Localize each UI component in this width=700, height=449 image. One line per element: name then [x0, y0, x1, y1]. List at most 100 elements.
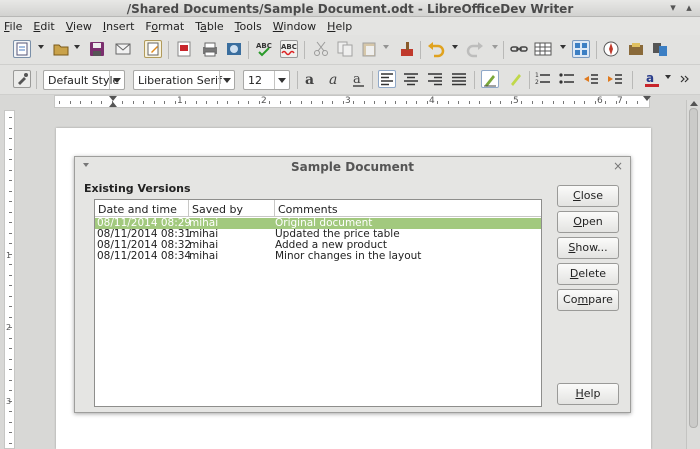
ruler-tick	[9, 337, 12, 339]
increase-indent-icon[interactable]	[606, 70, 624, 88]
vertical-ruler[interactable]: 1 2 3	[4, 110, 15, 449]
right-indent-marker-icon[interactable]	[643, 96, 651, 101]
font-name-combo[interactable]: Liberation Serif	[133, 70, 235, 90]
redo-dropdown-icon[interactable]	[492, 45, 498, 49]
menu-help[interactable]: Help	[327, 20, 352, 33]
underline-icon[interactable]: a	[350, 70, 368, 88]
ruler-tick	[185, 101, 186, 104]
menu-view[interactable]: View	[66, 20, 92, 33]
indent-marker-icon[interactable]	[109, 96, 117, 101]
maximize-icon[interactable]: ▴	[683, 2, 695, 14]
ruler-tick	[300, 101, 302, 104]
show-button[interactable]: Show...	[557, 237, 619, 259]
bold-icon[interactable]: a	[302, 70, 320, 88]
scroll-up-icon[interactable]	[690, 101, 698, 106]
menu-window[interactable]: Window	[273, 20, 316, 33]
vertical-scrollbar[interactable]	[686, 100, 700, 449]
ruler-tick	[80, 101, 81, 104]
clone-formatting-icon[interactable]	[398, 40, 416, 58]
spelling-icon[interactable]: ABC	[255, 40, 273, 58]
ruler-tick	[9, 222, 12, 223]
menu-edit[interactable]: Edit	[33, 20, 54, 33]
ruler-tick	[500, 101, 501, 104]
ruler-number: 3	[6, 397, 12, 406]
navigator-icon[interactable]	[602, 40, 620, 58]
styles-formatting-icon[interactable]	[13, 70, 31, 88]
paste-icon[interactable]	[360, 40, 378, 58]
ruler-tick	[9, 117, 12, 118]
align-center-icon[interactable]	[402, 70, 420, 88]
open-folder-icon[interactable]	[52, 40, 70, 58]
help-button[interactable]: Help	[557, 383, 619, 405]
email-icon[interactable]	[114, 40, 132, 58]
column-header-comments[interactable]: Comments	[275, 200, 541, 217]
hyperlink-icon[interactable]	[510, 40, 528, 58]
delete-button[interactable]: Delete	[557, 263, 619, 285]
menu-format[interactable]: Format	[145, 20, 184, 33]
decrease-indent-icon[interactable]	[582, 70, 600, 88]
ruler-tick	[69, 101, 71, 104]
cut-icon[interactable]	[312, 40, 330, 58]
print-icon[interactable]	[201, 40, 219, 58]
ruler-tick	[9, 159, 12, 160]
numbering-icon[interactable]: 12	[534, 70, 552, 88]
undo-dropdown-icon[interactable]	[452, 45, 458, 49]
chevron-down-icon[interactable]	[219, 71, 234, 89]
menu-file[interactable]: File	[4, 20, 22, 33]
chevron-down-icon[interactable]	[274, 71, 289, 89]
paste-dropdown-icon[interactable]	[383, 45, 389, 49]
bullets-icon[interactable]	[558, 70, 576, 88]
align-right-icon[interactable]	[426, 70, 444, 88]
styles-icon[interactable]	[651, 40, 669, 58]
ruler-tick	[321, 101, 323, 104]
edit-mode-icon[interactable]	[144, 40, 162, 58]
scrollbar-thumb[interactable]	[689, 108, 698, 428]
font-color-icon[interactable]: a	[643, 70, 661, 88]
table-icon[interactable]	[534, 40, 552, 58]
italic-icon[interactable]: a	[326, 70, 344, 88]
versions-list[interactable]: Date and time Saved by Comments 08/11/20…	[94, 199, 542, 407]
ruler-tick	[9, 274, 12, 276]
new-dropdown-icon[interactable]	[38, 45, 44, 49]
column-header-date[interactable]: Date and time	[95, 200, 189, 217]
open-button[interactable]: Open	[557, 211, 619, 233]
column-header-saved-by[interactable]: Saved by	[189, 200, 275, 217]
compare-button[interactable]: Compare	[557, 289, 619, 311]
highlight-pen-icon[interactable]	[481, 70, 499, 88]
undo-icon[interactable]	[427, 40, 445, 58]
new-document-icon[interactable]	[13, 40, 31, 58]
save-icon[interactable]	[88, 40, 106, 58]
data-sources-icon[interactable]	[627, 40, 645, 58]
minimize-icon[interactable]: ▾	[667, 2, 679, 14]
gallery-icon[interactable]	[572, 40, 590, 58]
font-color-dropdown-icon[interactable]	[665, 75, 671, 79]
export-pdf-icon[interactable]	[175, 40, 193, 58]
paragraph-style-combo[interactable]: Default Style	[43, 70, 125, 90]
close-icon[interactable]: ×	[613, 159, 623, 173]
toolbar-overflow-icon[interactable]	[678, 70, 690, 88]
close-button[interactable]: Close	[557, 185, 619, 207]
redo-icon[interactable]	[466, 40, 484, 58]
autospellcheck-icon[interactable]: ABC	[280, 40, 298, 58]
ruler-number: 2	[261, 96, 267, 106]
menu-table[interactable]: Table	[195, 20, 223, 33]
ruler-tick	[9, 358, 12, 360]
print-preview-icon[interactable]	[225, 40, 243, 58]
horizontal-ruler[interactable]: 1 2 3 4 5 6 7	[54, 95, 651, 108]
version-comment: Minor changes in the layout	[275, 250, 422, 262]
toolbar-separator	[632, 71, 633, 89]
font-size-combo[interactable]: 12	[243, 70, 290, 90]
table-dropdown-icon[interactable]	[560, 45, 566, 49]
menu-tools[interactable]: Tools	[235, 20, 262, 33]
align-left-icon[interactable]	[378, 70, 396, 88]
menu-insert[interactable]: Insert	[103, 20, 135, 33]
justify-icon[interactable]	[450, 70, 468, 88]
ruler-tick	[584, 101, 585, 104]
open-dropdown-icon[interactable]	[74, 45, 80, 49]
chevron-down-icon[interactable]	[109, 71, 124, 89]
ruler-tick	[153, 101, 155, 104]
indent-marker-icon[interactable]	[109, 102, 117, 107]
version-row[interactable]: 08/11/2014 08:34 mihai Minor changes in …	[95, 251, 541, 262]
marker-icon[interactable]	[507, 70, 525, 88]
copy-icon[interactable]	[336, 40, 354, 58]
